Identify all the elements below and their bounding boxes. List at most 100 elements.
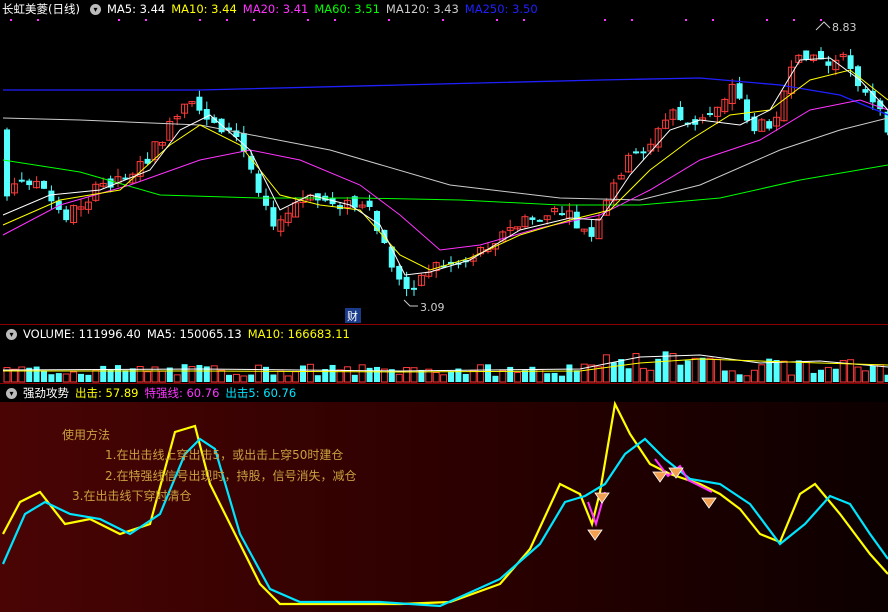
volume-bar-up — [639, 367, 647, 383]
candle-down — [26, 180, 33, 186]
volume-bar-down — [115, 365, 121, 382]
legend-ma250: MA250: 3.50 — [464, 2, 538, 16]
volume-bar-down — [773, 360, 780, 382]
toggle-icon[interactable]: ▾ — [6, 388, 17, 399]
signal-dot — [685, 19, 687, 21]
price-chart-panel[interactable]: 长虹美菱(日线) ▾ MA5: 3.44 MA10: 3.44 MA20: 3.41 MA… — [0, 0, 888, 324]
candle-down — [736, 83, 743, 99]
indicator-legend: ▾ 强劲攻势 出击: 57.89 特强线: 60.76 出击5: 60.76 — [0, 384, 302, 402]
volume-bar-down — [196, 364, 203, 382]
signal-dot — [496, 19, 498, 21]
signal-dot — [712, 19, 714, 21]
volume-panel[interactable]: ▾ VOLUME: 111996.40 MA5: 150065.13 MA10: 16… — [0, 324, 888, 383]
volume-bar-up — [861, 370, 869, 383]
signal-dot — [766, 19, 768, 21]
candle-down — [529, 217, 536, 220]
volume-bar-down — [314, 375, 321, 382]
volume-bar-down — [33, 366, 40, 382]
volume-bar-up — [713, 358, 721, 383]
volume-bar-up — [232, 373, 240, 383]
candle-down — [366, 200, 373, 207]
usage-title: 使用方法 — [62, 428, 111, 442]
high-label: 8.83 — [832, 21, 857, 34]
volume-bar-down — [492, 375, 499, 382]
volume-bar-down — [559, 375, 565, 382]
volume-bar-down — [485, 364, 491, 382]
legend-volume: VOLUME: 111996.40 — [23, 327, 141, 341]
volume-bar-down — [100, 365, 107, 382]
legend-teqiangxian: 特强线: 60.76 — [144, 386, 220, 400]
candle-down — [744, 99, 750, 121]
volume-bar-up — [306, 363, 314, 383]
ma10-line — [2, 69, 888, 271]
candle-down — [196, 96, 203, 111]
signal-dot — [10, 19, 12, 21]
volume-bar-down — [566, 364, 573, 382]
volume-bar-down — [248, 374, 255, 382]
candle-down — [48, 190, 55, 202]
volume-bar-up — [728, 370, 736, 383]
volume-bar-up — [647, 369, 655, 383]
legend-vol-ma10: MA10: 166683.11 — [247, 327, 350, 341]
signal-dot — [226, 19, 228, 21]
signal-dot — [604, 19, 606, 21]
legend-ma20: MA20: 3.41 — [242, 2, 309, 16]
volume-bar-down — [122, 370, 129, 382]
volume-bar-up — [158, 370, 166, 383]
volume-bar-down — [810, 372, 817, 382]
signal-dot — [334, 19, 336, 21]
candle-down — [588, 227, 595, 237]
volume-bar-up — [403, 366, 411, 383]
volume-bar-up — [284, 375, 292, 383]
candle-down — [381, 229, 388, 244]
signal-dot — [253, 19, 255, 21]
candle-down — [41, 180, 47, 189]
volume-bar-down — [48, 374, 55, 382]
volume-bar-down — [522, 370, 528, 382]
signal-dot — [631, 19, 633, 21]
legend-vol-ma5: MA5: 150065.13 — [146, 327, 242, 341]
volume-bar-down — [374, 366, 380, 382]
signal-dot — [307, 19, 309, 21]
toggle-icon[interactable]: ▾ — [6, 329, 17, 340]
volume-bar-down — [618, 359, 625, 382]
volume-bar-up — [255, 364, 263, 383]
candle-down — [677, 106, 684, 121]
usage-line-2: 2.在特强线信号出现时，持股，信号消失，减仓 — [105, 469, 357, 483]
volume-bar-up — [432, 371, 440, 383]
signal-dot — [37, 19, 39, 21]
volume-bar-down — [129, 368, 136, 382]
usage-line-1: 1.在出击线上穿出击5，或出击上穿50时建仓 — [105, 448, 344, 462]
candle-down — [374, 210, 380, 231]
candle-down — [270, 207, 277, 227]
toggle-icon[interactable]: ▾ — [89, 4, 101, 15]
volume-bar-up — [580, 363, 588, 383]
volume-bar-up — [854, 366, 862, 383]
volume-bar-down — [181, 364, 188, 382]
signal-dot — [820, 19, 822, 21]
indicator-panel[interactable]: ▾ 强劲攻势 出击: 57.89 特强线: 60.76 出击5: 60.76 使用方法 … — [0, 383, 888, 612]
usage-line-3: 3.在出击线下穿时清仓 — [72, 489, 192, 503]
volume-bar-down — [699, 357, 706, 382]
volume-bar-down — [78, 373, 84, 382]
candle-down — [707, 113, 713, 116]
volume-bar-up — [469, 369, 477, 383]
candle-down — [559, 213, 565, 216]
volume-bar-down — [736, 374, 743, 382]
volume-bar-up — [440, 374, 448, 383]
volume-bar-down — [85, 374, 92, 382]
high-marker — [815, 21, 831, 31]
volume-bar-down — [610, 362, 617, 382]
candle-down — [862, 89, 869, 93]
volume-bar-down — [322, 369, 329, 382]
volume-bar-down — [270, 374, 277, 382]
volume-bar-up — [477, 364, 485, 383]
signal-dot — [793, 19, 795, 21]
volume-bar-down — [226, 374, 232, 382]
volume-bar-up — [691, 357, 699, 383]
candle-down — [536, 219, 543, 222]
volume-bar-up — [758, 364, 766, 383]
volume-bar-up — [514, 372, 522, 383]
signal-dot — [523, 19, 525, 21]
volume-bar-up — [218, 369, 226, 383]
